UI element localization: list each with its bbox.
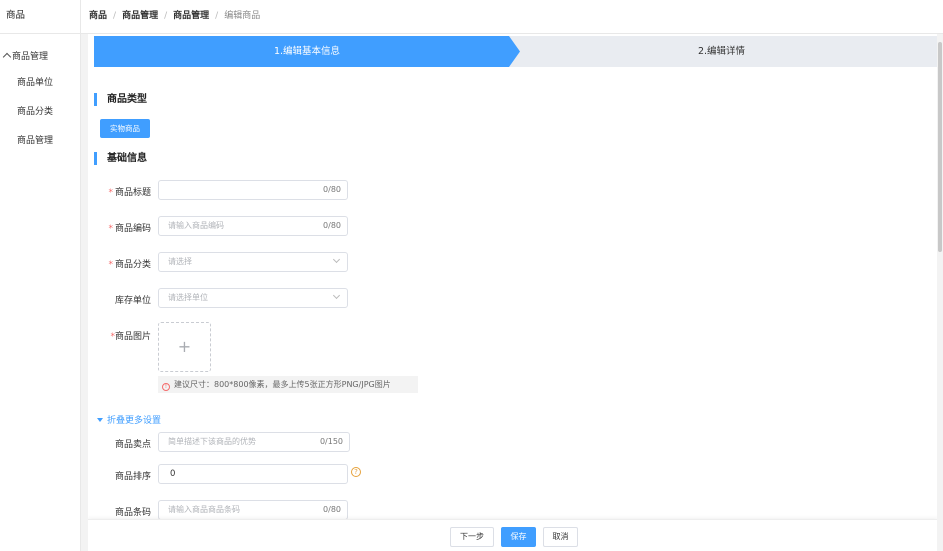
- category-label: * 商品分类: [95, 257, 151, 270]
- sidebar-item-products[interactable]: 商品管理: [0, 127, 80, 156]
- info-icon: !: [162, 383, 170, 391]
- scrollbar-thumb[interactable]: [938, 42, 942, 252]
- title-char-count: 0/80: [323, 185, 341, 194]
- image-tip-text: 建议尺寸：800*800像素，最多上传5张正方形PNG/JPG图片: [174, 380, 391, 389]
- image-size-tip: ! 建议尺寸：800*800像素，最多上传5张正方形PNG/JPG图片: [158, 376, 418, 393]
- title-input[interactable]: 0/80: [158, 180, 348, 200]
- required-mark: *: [108, 224, 113, 234]
- breadcrumb-separator: /: [215, 11, 219, 21]
- code-placeholder: 请输入商品编码: [168, 221, 224, 230]
- title-label-text: 商品标题: [114, 188, 151, 198]
- step-edit-details[interactable]: 2.编辑详情: [506, 36, 937, 67]
- question-help-icon[interactable]: ?: [351, 467, 361, 477]
- selling-point-placeholder: 简单描述下该商品的优势: [168, 437, 256, 446]
- image-label: *商品图片: [95, 329, 151, 342]
- step-edit-basic-info[interactable]: 1.编辑基本信息: [94, 36, 520, 67]
- physical-product-button[interactable]: 实物商品: [100, 119, 150, 138]
- sort-input[interactable]: 0: [158, 464, 348, 484]
- unit-label: 库存单位: [114, 296, 151, 306]
- breadcrumb-separator: /: [113, 11, 117, 21]
- save-button[interactable]: 保存: [501, 527, 536, 547]
- sidebar-item-units[interactable]: 商品单位: [0, 69, 80, 98]
- cancel-button[interactable]: 取消: [543, 527, 578, 547]
- selling-point-input[interactable]: 简单描述下该商品的优势 0/150: [158, 432, 350, 452]
- next-step-button[interactable]: 下一步: [450, 527, 494, 547]
- code-char-count: 0/80: [323, 221, 341, 230]
- sidebar-group-product-management[interactable]: 商品管理: [0, 47, 80, 63]
- barcode-char-count: 0/80: [323, 505, 341, 514]
- required-mark: *: [108, 188, 113, 198]
- sort-value: 0: [170, 469, 176, 479]
- required-mark: *: [108, 260, 113, 270]
- form-footer: 下一步 保存 取消: [88, 519, 938, 551]
- breadcrumb-item-product-management[interactable]: 商品管理: [122, 11, 158, 21]
- sidebar-group-label: 商品管理: [12, 51, 49, 62]
- barcode-label: 商品条码: [114, 508, 151, 518]
- breadcrumb-item-product[interactable]: 商品: [89, 11, 107, 21]
- chevron-down-icon: [332, 255, 341, 264]
- collapse-label: 折叠更多设置: [107, 416, 162, 426]
- sidebar: 商品 商品管理 商品单位 商品分类 商品管理: [0, 0, 81, 551]
- code-label: * 商品编码: [95, 221, 151, 234]
- title-label: * 商品标题: [95, 185, 151, 198]
- steps-bar: 2.编辑详情 1.编辑基本信息: [94, 36, 937, 67]
- image-upload[interactable]: +: [158, 322, 211, 372]
- breadcrumb-separator: /: [164, 11, 168, 21]
- section-title-product-type: 商品类型: [94, 93, 147, 106]
- plus-icon: +: [177, 337, 192, 356]
- collapse-more-settings-toggle[interactable]: 折叠更多设置: [97, 413, 161, 426]
- breadcrumb: 商品 / 商品管理 / 商品管理 / 编辑商品: [81, 0, 943, 34]
- section-title-basic-info: 基础信息: [94, 152, 147, 165]
- breadcrumb-current: 编辑商品: [224, 11, 261, 21]
- barcode-input[interactable]: 请输入商品商品条码 0/80: [158, 500, 348, 520]
- code-input[interactable]: 请输入商品编码 0/80: [158, 216, 348, 236]
- category-placeholder: 请选择: [168, 257, 192, 266]
- main-area: 商品 / 商品管理 / 商品管理 / 编辑商品 2.编辑详情 1.编辑基本信息 商品类型 实…: [81, 0, 943, 551]
- code-label-text: 商品编码: [114, 224, 151, 234]
- scrollbar[interactable]: [937, 34, 943, 551]
- category-label-text: 商品分类: [114, 260, 151, 270]
- selling-point-char-count: 0/150: [319, 437, 343, 446]
- sidebar-item-categories[interactable]: 商品分类: [0, 98, 80, 127]
- image-label-text: 商品图片: [114, 332, 151, 342]
- barcode-placeholder: 请输入商品商品条码: [168, 505, 240, 514]
- selling-point-label: 商品卖点: [114, 440, 151, 450]
- form-card: 2.编辑详情 1.编辑基本信息 商品类型 实物商品 基础信息 * 商品标题 0/8…: [88, 34, 938, 551]
- sidebar-title: 商品: [0, 0, 80, 34]
- category-select[interactable]: 请选择: [158, 252, 348, 272]
- unit-select[interactable]: 请选择单位: [158, 288, 348, 308]
- unit-placeholder: 请选择单位: [168, 293, 208, 302]
- chevron-down-icon: [332, 291, 341, 300]
- caret-down-icon: [97, 418, 103, 422]
- chevron-up-icon: [2, 52, 12, 61]
- breadcrumb-item-product-list[interactable]: 商品管理: [173, 11, 209, 21]
- sort-label: 商品排序: [114, 472, 151, 482]
